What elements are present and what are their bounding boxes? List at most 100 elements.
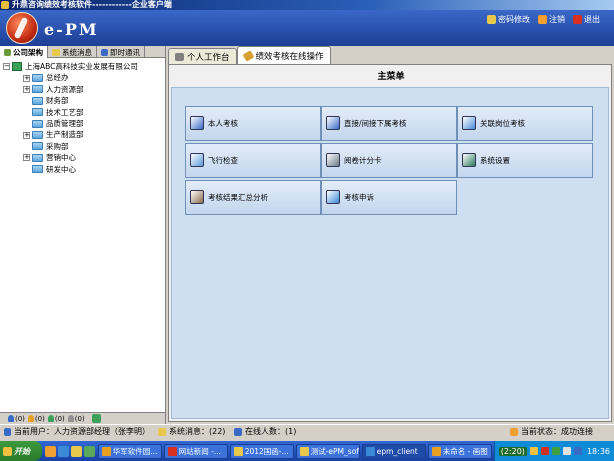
tab-instant-messaging-label: 即时通讯: [110, 47, 140, 57]
menu-button[interactable]: 系统设置: [457, 143, 593, 178]
logout-link[interactable]: 注销: [538, 14, 565, 25]
windows-logo-icon: [3, 446, 12, 456]
current-user-text: 当前用户：人力资源部经理（张李明）: [14, 427, 150, 436]
desktop-icon[interactable]: [83, 445, 95, 457]
scorecard-icon: [326, 153, 340, 167]
expand-icon[interactable]: +: [23, 74, 30, 82]
tree-item[interactable]: 采购部: [3, 141, 165, 152]
tree-item-label: 人力资源部: [46, 84, 84, 94]
tree-item[interactable]: 研发中心: [3, 164, 165, 175]
tree-item[interactable]: 品质管理部: [3, 118, 165, 129]
taskbar-button-label: 未命名 - 画图: [442, 446, 488, 456]
menu-button[interactable]: 阅卷计分卡: [321, 143, 457, 178]
expand-icon[interactable]: +: [23, 131, 30, 139]
firefox-icon[interactable]: [44, 445, 56, 457]
im-indicator[interactable]: (2:20): [498, 446, 527, 456]
status-system-messages[interactable]: 系统消息：(22): [154, 425, 230, 439]
app-icon: [101, 446, 111, 456]
department-icon: [32, 131, 43, 140]
department-icon: [32, 74, 43, 83]
desk-icon: [175, 52, 184, 61]
subordinate-review-icon: [326, 116, 340, 130]
tree-item[interactable]: + 总经办: [3, 72, 165, 83]
change-password-link[interactable]: 密码修改: [487, 14, 530, 25]
app-icon: [431, 446, 441, 456]
taskbar-button[interactable]: 测试-ePM_soft: [295, 443, 360, 459]
exit-link[interactable]: 退出: [573, 14, 600, 25]
footer-count-1[interactable]: (0): [8, 415, 25, 423]
footer-count-3[interactable]: (0): [47, 415, 65, 423]
volume-icon[interactable]: [562, 447, 571, 455]
tray-icon[interactable]: [540, 447, 549, 455]
key-icon: [487, 15, 496, 24]
taskbar-button[interactable]: 网站新闻 -...: [163, 443, 228, 459]
analysis-icon: [190, 190, 204, 204]
tree-item[interactable]: 技术工艺部: [3, 107, 165, 118]
appeal-icon: [326, 190, 340, 204]
footer-count-4[interactable]: (0): [67, 414, 85, 423]
tab-org-structure-label: 公司架构: [13, 47, 43, 57]
main-tabs: 个人工作台 绩效考核在线操作: [166, 46, 614, 64]
footer-count-4-label: (0): [74, 414, 85, 423]
logout-icon: [538, 15, 547, 24]
footer-count-2[interactable]: (0): [27, 415, 45, 423]
tree-item[interactable]: + 生产制造部: [3, 129, 165, 140]
tray-icon[interactable]: [551, 447, 560, 455]
tree-item-label: 品质管理部: [46, 118, 84, 128]
footer-count-1-label: (0): [15, 414, 25, 423]
app-header: e-PM 密码修改 注销 退出: [0, 10, 614, 46]
menu-button[interactable]: 本人考核: [185, 106, 321, 141]
window-titlebar: 升鼎咨询绩效考核软件------------企业客户端: [0, 0, 614, 10]
online-count-text: 在线人数：(1): [245, 427, 297, 436]
logout-label: 注销: [549, 15, 565, 24]
refresh-icon[interactable]: [91, 414, 101, 423]
menu-button-label: 考核申诉: [344, 193, 374, 202]
taskbar-button-label: 华军软件园...: [112, 446, 158, 456]
ie-icon[interactable]: [57, 445, 69, 457]
tab-instant-messaging[interactable]: 即时通讯: [97, 46, 145, 58]
chat-icon: [101, 48, 108, 56]
user-icon: [67, 415, 74, 422]
folder-icon[interactable]: [70, 445, 82, 457]
tab-online-appraisal[interactable]: 绩效考核在线操作: [236, 46, 331, 64]
tray-icon[interactable]: [529, 447, 538, 455]
tree-root[interactable]: − 上海ABC高科技实业发展有限公司: [3, 61, 165, 72]
menu-grid: 本人考核 直接/间接下属考核 关联岗位考核飞行检查 阅卷计分卡 系统设置考核结果汇总分析…: [185, 106, 593, 215]
tree-item[interactable]: 财务部: [3, 95, 165, 106]
menu-button-label: 系统设置: [480, 156, 510, 165]
related-post-icon: [462, 116, 476, 130]
right-panel: 个人工作台 绩效考核在线操作 主菜单 本人考核 直接/间接下属考核 关联岗位考核飞行…: [166, 46, 614, 424]
tree-root-label: 上海ABC高科技实业发展有限公司: [25, 62, 138, 71]
expand-icon[interactable]: +: [23, 85, 30, 93]
taskbar-button[interactable]: 未命名 - 画图: [427, 443, 492, 459]
system-messages-text: 系统消息：(22): [169, 427, 226, 436]
app-icon: [1, 1, 9, 9]
collapse-icon[interactable]: −: [3, 63, 10, 71]
department-icon: [32, 108, 43, 117]
menu-button[interactable]: 考核申诉: [321, 180, 457, 215]
taskbar-button[interactable]: 华军软件园...: [97, 443, 162, 459]
status-connection: 当前状态：成功连接: [506, 425, 597, 439]
start-label: 开始: [14, 446, 30, 456]
network-icon[interactable]: [573, 447, 582, 455]
menu-button[interactable]: 飞行检查: [185, 143, 321, 178]
connection-icon: [510, 427, 518, 436]
tab-online-appraisal-label: 绩效考核在线操作: [255, 51, 324, 62]
menu-button[interactable]: 考核结果汇总分析: [185, 180, 321, 215]
menu-title: 主菜单: [377, 72, 405, 82]
taskbar-button[interactable]: 2012国函-...: [229, 443, 294, 459]
tree-item-label: 营销中心: [46, 153, 76, 163]
taskbar-button[interactable]: epm_client: [361, 443, 426, 459]
expand-icon[interactable]: +: [23, 154, 30, 162]
tree-item[interactable]: + 营销中心: [3, 152, 165, 163]
menu-button[interactable]: 直接/间接下属考核: [321, 106, 457, 141]
department-icon: [32, 153, 43, 162]
tab-org-structure[interactable]: 公司架构: [0, 46, 48, 58]
tab-personal-workbench[interactable]: 个人工作台: [168, 48, 237, 64]
department-icon: [32, 85, 43, 94]
menu-button[interactable]: 关联岗位考核: [457, 106, 593, 141]
start-button[interactable]: 开始: [0, 441, 42, 461]
settings-icon: [462, 153, 476, 167]
tree-item[interactable]: + 人力资源部: [3, 84, 165, 95]
tab-system-messages[interactable]: 系统消息: [48, 46, 97, 58]
